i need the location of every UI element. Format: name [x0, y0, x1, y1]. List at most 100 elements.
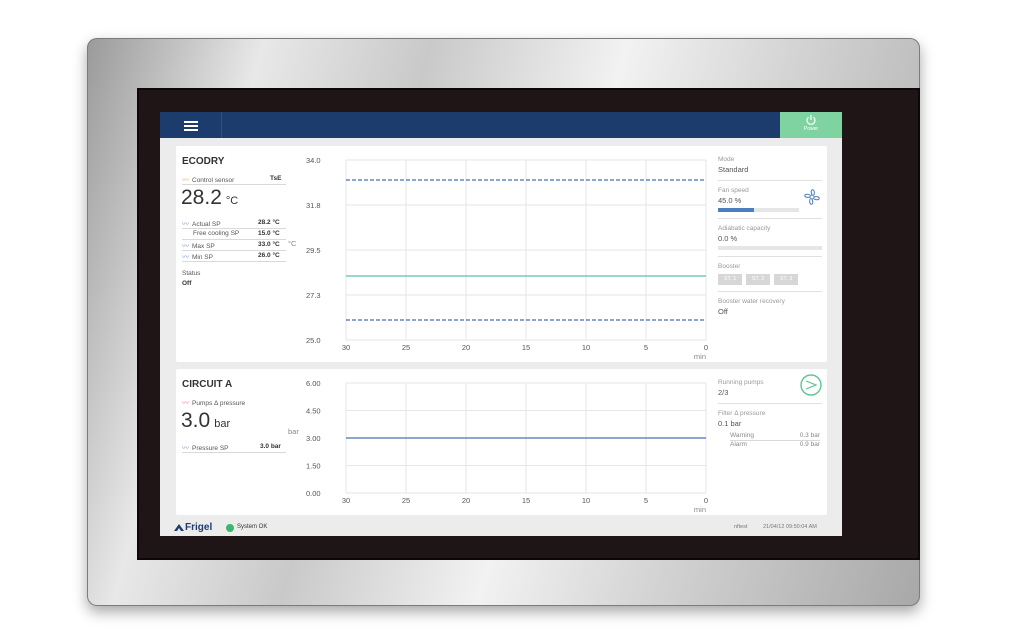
- y-axis-label: °C: [288, 239, 297, 248]
- hmi-screen: Power ECODRY 〰 Control sensor TsE 28.2 °C …: [160, 112, 842, 536]
- frigel-logo-icon: [174, 524, 184, 531]
- mode-label: Mode: [718, 156, 735, 163]
- x-tick-label: 30: [342, 496, 350, 505]
- x-tick-label: 5: [644, 343, 648, 352]
- hamburger-icon-line: [184, 121, 198, 123]
- divider: [718, 218, 822, 219]
- status-value: Off: [182, 280, 192, 287]
- y-tick-label: 1.50: [306, 462, 321, 471]
- x-tick-label: 15: [522, 343, 530, 352]
- pump-icon: [800, 374, 822, 396]
- circuit-a-panel: CIRCUIT A 〰 Pumps Δ pressure 3.0 bar 〰 Pres…: [176, 369, 827, 515]
- hamburger-icon-line: [184, 125, 198, 127]
- pumps-pressure-label: 〰 Pumps Δ pressure: [182, 400, 246, 407]
- x-tick-label: 25: [402, 496, 410, 505]
- status-ok-icon: [226, 524, 234, 532]
- trend-icon: 〰: [182, 400, 189, 407]
- power-icon: [806, 115, 816, 125]
- x-tick-label: 20: [462, 496, 470, 505]
- hamburger-icon-line: [184, 129, 198, 131]
- alarm-value: 0.9 bar: [799, 441, 820, 448]
- y-tick-label: 3.00: [306, 434, 321, 443]
- temperature-chart: 30 25 20 15 10 5 0 34.0 31.8 29.5 27.3 25.0 °C min: [288, 152, 710, 362]
- ecodry-title: ECODRY: [182, 156, 225, 167]
- y-tick-label: 29.5: [306, 246, 321, 255]
- min-sp-value: 26.0 °C: [258, 252, 280, 259]
- booster-stage-2-button[interactable]: ST. 2: [746, 274, 770, 285]
- max-sp-value: 33.0 °C: [258, 241, 280, 248]
- booster-water-value: Off: [718, 307, 728, 316]
- divider: [718, 256, 822, 257]
- y-tick-label: 25.0: [306, 336, 321, 345]
- alarm-label: Alarm: [730, 441, 747, 448]
- booster-water-label: Booster water recovery: [718, 298, 785, 305]
- booster-stage-buttons: ST. 1 ST. 2 ST. 3: [718, 274, 822, 285]
- y-tick-label: 31.8: [306, 201, 321, 210]
- menu-button[interactable]: [160, 112, 222, 138]
- x-tick-label: 10: [582, 343, 590, 352]
- pressure-readout: 3.0 bar: [181, 409, 231, 432]
- fan-icon: [804, 189, 820, 205]
- adiabatic-bar: [718, 246, 822, 250]
- y-tick-label: 0.00: [306, 489, 321, 498]
- user-name: nftest: [734, 524, 748, 530]
- x-tick-label: 20: [462, 343, 470, 352]
- system-status-text: System OK: [237, 524, 268, 530]
- divider: [182, 239, 286, 240]
- ecodry-panel: ECODRY 〰 Control sensor TsE 28.2 °C 〰 Actua…: [176, 146, 827, 362]
- mode-value: Standard: [718, 165, 749, 174]
- booster-stage-3-button[interactable]: ST. 3: [774, 274, 798, 285]
- filter-pressure-value: 0.1 bar: [718, 419, 742, 428]
- frigel-logo: Frigel: [174, 522, 212, 533]
- temperature-readout: 28.2 °C: [181, 186, 239, 209]
- date-time: 21/04/12 09:50:04 AM: [763, 524, 817, 530]
- divider: [182, 184, 286, 185]
- divider: [718, 291, 822, 292]
- x-tick-label: 10: [582, 496, 590, 505]
- circuit-title: CIRCUIT A: [182, 379, 233, 390]
- ecodry-status-column: Mode Standard Fan speed 45.0 % Adiabatic…: [718, 156, 822, 316]
- x-tick-label: 0: [704, 496, 708, 505]
- x-axis-label: min: [694, 352, 706, 361]
- y-tick-label: 6.00: [306, 379, 321, 388]
- y-tick-label: 4.50: [306, 407, 321, 416]
- control-sensor-value: TsE: [270, 175, 282, 182]
- divider: [182, 228, 286, 229]
- x-axis-label: min: [694, 505, 706, 514]
- y-tick-label: 34.0: [306, 156, 321, 165]
- divider: [182, 250, 286, 251]
- x-tick-label: 0: [704, 343, 708, 352]
- pressure-sp-value: 3.0 bar: [260, 443, 281, 450]
- booster-stage-1-button[interactable]: ST. 1: [718, 274, 742, 285]
- power-label: Power: [803, 126, 819, 132]
- power-button[interactable]: Power: [780, 112, 842, 138]
- y-tick-label: 27.3: [306, 291, 321, 300]
- x-tick-label: 5: [644, 496, 648, 505]
- filter-thresholds: Warning 0.3 bar Alarm 0.9 bar: [718, 432, 822, 454]
- divider: [718, 180, 822, 181]
- warning-value: 0.3 bar: [799, 432, 820, 439]
- top-bar: Power: [160, 112, 842, 138]
- free-cooling-sp-label: Free cooling SP: [193, 230, 240, 237]
- x-tick-label: 25: [402, 343, 410, 352]
- filter-pressure-label: Filter Δ pressure: [718, 410, 766, 417]
- x-tick-label: 30: [342, 343, 350, 352]
- fan-speed-bar: [718, 208, 800, 212]
- adiabatic-value: 0.0 %: [718, 234, 738, 243]
- adiabatic-label: Adiabatic capacity: [718, 225, 771, 232]
- footer-bar: Frigel System OK nftest 21/04/12 09:50:0…: [160, 519, 842, 536]
- free-cooling-sp-value: 15.0 °C: [258, 230, 280, 237]
- status-label: Status: [182, 270, 201, 277]
- pressure-chart-svg: 30 25 20 15 10 5 0 6.00 4.50 3.00 1.50 0.00 bar min: [288, 379, 708, 514]
- divider: [182, 261, 286, 262]
- divider: [182, 452, 286, 453]
- y-axis-label: bar: [288, 427, 299, 436]
- pressure-chart: 30 25 20 15 10 5 0 6.00 4.50 3.00 1.50 0.00 bar min: [288, 375, 710, 515]
- actual-sp-value: 28.2 °C: [258, 219, 280, 226]
- x-tick-label: 15: [522, 496, 530, 505]
- temperature-chart-svg: 30 25 20 15 10 5 0 34.0 31.8 29.5 27.3 25.0 °C min: [288, 156, 708, 361]
- booster-label: Booster: [718, 263, 741, 270]
- warning-label: Warning: [730, 432, 754, 439]
- fan-speed-bar-fill: [718, 208, 755, 212]
- divider: [718, 403, 822, 404]
